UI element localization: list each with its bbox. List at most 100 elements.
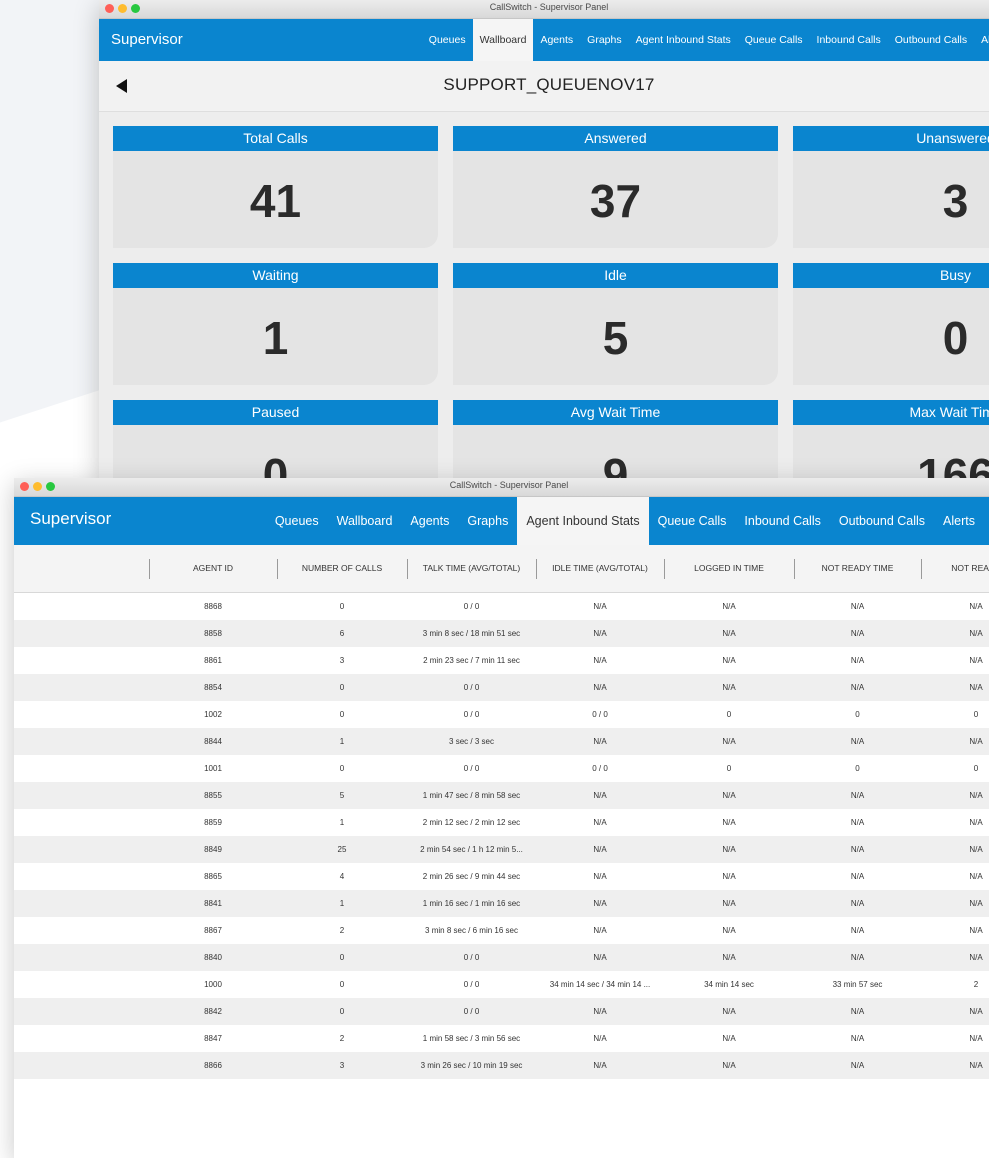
table-cell-not-ready: N/A: [969, 953, 983, 962]
table-row[interactable]: 8867 2 3 min 8 sec / 6 min 16 sec N/A N/A N/A…: [14, 917, 989, 944]
table-cell-talk-time-avg-total: 3 min 26 sec / 10 min 19 sec: [420, 1061, 523, 1070]
table-row[interactable]: 8841 1 1 min 16 sec / 1 min 16 sec N/A N/A N/…: [14, 890, 989, 917]
column-divider[interactable]: [149, 559, 150, 579]
column-header-not-ready-time[interactable]: NOT READY TIME: [794, 545, 921, 592]
tab-outbound-calls[interactable]: Outbound Calls: [888, 19, 974, 61]
table-cell-agent-id: 8842: [204, 1007, 222, 1016]
tab-agents[interactable]: Agents: [401, 497, 458, 545]
column-divider[interactable]: [277, 559, 278, 579]
stat-tile-label: Avg Wait Time: [453, 400, 778, 425]
stat-tile-value: 0: [793, 288, 989, 385]
table-row[interactable]: 8849 25 2 min 54 sec / 1 h 12 min 5... N/A N…: [14, 836, 989, 863]
table-row[interactable]: 8854 0 0 / 0 N/A N/A N/A N/A: [14, 674, 989, 701]
column-header-number-of-calls[interactable]: NUMBER OF CALLS: [277, 545, 407, 592]
tab-alerts[interactable]: Alerts: [934, 497, 984, 545]
table-row[interactable]: 1002 0 0 / 0 0 / 0 0 0 0: [14, 701, 989, 728]
column-header-agent-id[interactable]: AGENT ID: [149, 545, 277, 592]
table-row[interactable]: 1001 0 0 / 0 0 / 0 0 0 0: [14, 755, 989, 782]
table-row[interactable]: 8847 2 1 min 58 sec / 3 min 56 sec N/A N/A N/…: [14, 1025, 989, 1052]
table-cell-not-ready: N/A: [969, 818, 983, 827]
table-cell-not-ready: N/A: [969, 791, 983, 800]
table-row[interactable]: 8858 6 3 min 8 sec / 18 min 51 sec N/A N/A N/…: [14, 620, 989, 647]
table-cell-agent-id: 8841: [204, 899, 222, 908]
table-cell-idle-time-avg-total: 0 / 0: [592, 764, 608, 773]
column-divider[interactable]: [921, 559, 922, 579]
table-cell-logged-in-time: N/A: [722, 953, 736, 962]
table-cell-logged-in-time: N/A: [722, 926, 736, 935]
stat-tile-value: 37: [453, 151, 778, 248]
table-cell-not-ready-time: N/A: [850, 683, 865, 692]
tab-graphs[interactable]: Graphs: [580, 19, 628, 61]
stat-tile-value: 9: [453, 425, 778, 485]
table-row[interactable]: 8855 5 1 min 47 sec / 8 min 58 sec N/A N/A N/…: [14, 782, 989, 809]
table-cell-idle-time-avg-total: N/A: [593, 872, 607, 881]
tab-queues[interactable]: Queues: [266, 497, 328, 545]
table-cell-not-ready: 0: [973, 710, 979, 719]
table-cell-logged-in-time: N/A: [722, 1061, 736, 1070]
table-cell-not-ready: N/A: [969, 845, 983, 854]
tab-outbound-calls[interactable]: Outbound Calls: [830, 497, 934, 545]
table-cell-talk-time-avg-total: 0 / 0: [463, 980, 480, 989]
table-cell-talk-time-avg-total: 0 / 0: [463, 764, 480, 773]
column-divider[interactable]: [664, 559, 665, 579]
tab-inbound-calls[interactable]: Inbound Calls: [735, 497, 829, 545]
stat-tile-avg-wait-time: Avg Wait Time 9: [453, 400, 778, 485]
tab-wallboard[interactable]: Wallboard: [328, 497, 402, 545]
table-cell-logged-in-time: N/A: [722, 845, 736, 854]
table-cell-agent-id: 8849: [204, 845, 222, 854]
tab-queues[interactable]: Queues: [422, 19, 473, 61]
window-title: CallSwitch - Supervisor Panel: [449, 480, 569, 490]
table-cell-agent-id: 8865: [204, 872, 222, 881]
tab-alerts[interactable]: Alerts: [974, 19, 989, 61]
table-cell-number-of-calls: 3: [339, 1061, 345, 1070]
table-cell-idle-time-avg-total: N/A: [593, 656, 607, 665]
table-cell-agent-id: 1001: [204, 764, 222, 773]
column-divider[interactable]: [536, 559, 537, 579]
table-cell-not-ready-time: N/A: [850, 737, 865, 746]
table-cell-talk-time-avg-total: 3 min 8 sec / 18 min 51 sec: [422, 629, 521, 638]
tab-wallboard[interactable]: Wallboard: [472, 19, 534, 61]
table-cell-not-ready: 2: [973, 980, 979, 989]
table-row[interactable]: 8865 4 2 min 26 sec / 9 min 44 sec N/A N/A N/…: [14, 863, 989, 890]
column-header-logged-in-time[interactable]: LOGGED IN TIME: [664, 545, 794, 592]
column-header-not-ready[interactable]: NOT READY: [921, 545, 989, 592]
stat-tile-max-wait-time: Max Wait Time166: [793, 400, 989, 485]
column-header-talk-time-avg-total[interactable]: TALK TIME (AVG/TOTAL): [407, 545, 536, 592]
table-row[interactable]: 8844 1 3 sec / 3 sec N/A N/A N/A N/A: [14, 728, 989, 755]
table-cell-agent-id: 8844: [204, 737, 222, 746]
table-cell-logged-in-time: N/A: [722, 629, 736, 638]
column-header-idle-time-avg-total[interactable]: IDLE TIME (AVG/TOTAL): [536, 545, 664, 592]
column-divider[interactable]: [794, 559, 795, 579]
top-navbar: Supervisor Queues Wallboard Agents Graphs Ag…: [14, 497, 989, 545]
tab-inbound-calls[interactable]: Inbound Calls: [810, 19, 888, 61]
table-body: 8868 0 0 / 0 N/A N/A N/A N/A 8858 6 3 min 8 sec /…: [14, 593, 989, 1079]
stat-tile-label: Answered: [453, 126, 778, 151]
stat-tile-label: Max Wait Time: [793, 400, 989, 425]
table-row[interactable]: 8861 3 2 min 23 sec / 7 min 11 sec N/A N/A N/…: [14, 647, 989, 674]
tab-agents[interactable]: Agents: [533, 19, 580, 61]
table-cell-not-ready: 0: [973, 764, 979, 773]
table-row[interactable]: 8868 0 0 / 0 N/A N/A N/A N/A: [14, 593, 989, 620]
table-cell-logged-in-time: 34 min 14 sec: [704, 980, 754, 989]
table-cell-not-ready: N/A: [969, 1007, 983, 1016]
table-cell-number-of-calls: 0: [339, 980, 345, 989]
column-divider[interactable]: [407, 559, 408, 579]
table-row[interactable]: 8859 1 2 min 12 sec / 2 min 12 sec N/A N/A N/…: [14, 809, 989, 836]
table-cell-not-ready: N/A: [969, 926, 983, 935]
table-cell-talk-time-avg-total: 0 / 0: [463, 602, 480, 611]
wallboard-window: CallSwitch - Supervisor Panel Supervisor…: [99, 0, 989, 485]
tab-agent-inbound-stats[interactable]: Agent Inbound Stats: [629, 19, 738, 61]
tab-queue-calls[interactable]: Queue Calls: [649, 497, 736, 545]
table-row[interactable]: 1000 0 0 / 0 34 min 14 sec / 34 min 14 ... 3…: [14, 971, 989, 998]
tab-graphs[interactable]: Graphs: [458, 497, 517, 545]
tab-queue-calls[interactable]: Queue Calls: [738, 19, 810, 61]
window-titlebar: CallSwitch - Supervisor Panel: [14, 478, 989, 497]
table-cell-not-ready-time: 0: [855, 764, 860, 773]
table-cell-agent-id: 8866: [204, 1061, 222, 1070]
table-row[interactable]: 8840 0 0 / 0 N/A N/A N/A N/A: [14, 944, 989, 971]
table-row[interactable]: 8866 3 3 min 26 sec / 10 min 19 sec N/A N/A N…: [14, 1052, 989, 1079]
stat-tile-unanswered: Unanswered 3: [793, 126, 989, 248]
table-cell-not-ready: N/A: [969, 872, 983, 881]
table-row[interactable]: 8842 0 0 / 0 N/A N/A N/A N/A: [14, 998, 989, 1025]
tab-agent-inbound-stats[interactable]: Agent Inbound Stats: [517, 497, 649, 545]
